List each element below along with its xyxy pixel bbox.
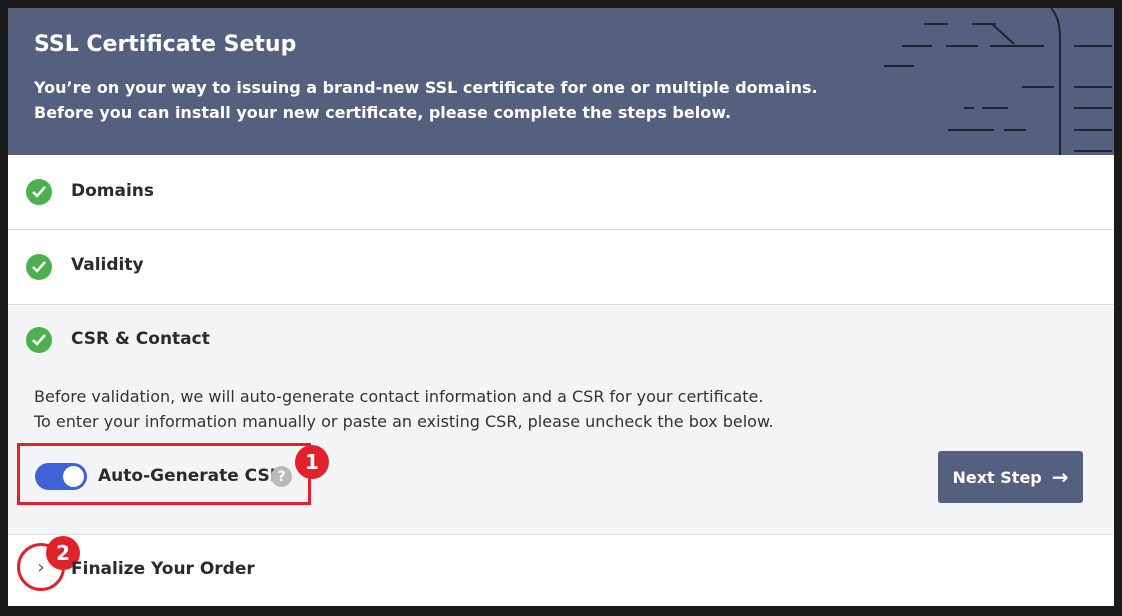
check-icon bbox=[26, 327, 52, 353]
step-domains[interactable]: Domains bbox=[8, 155, 1114, 230]
setup-header: SSL Certificate Setup You’re on your way… bbox=[8, 8, 1114, 155]
check-icon bbox=[26, 254, 52, 280]
header-description: You’re on your way to issuing a brand-ne… bbox=[34, 75, 874, 125]
csr-description: Before validation, we will auto-generate… bbox=[34, 384, 774, 434]
header-decoration bbox=[884, 8, 1112, 155]
next-step-label: Next Step bbox=[952, 467, 1042, 487]
csr-desc-line-2: To enter your information manually or pa… bbox=[34, 412, 774, 431]
step-label-domains: Domains bbox=[71, 181, 155, 201]
annotation-badge-1: 1 bbox=[295, 445, 329, 479]
header-desc-line-1: You’re on your way to issuing a brand-ne… bbox=[34, 78, 818, 97]
step-csr-contact: CSR & Contact Before validation, we will… bbox=[8, 306, 1114, 535]
csr-desc-line-1: Before validation, we will auto-generate… bbox=[34, 387, 764, 406]
check-icon bbox=[26, 179, 52, 205]
step-validity[interactable]: Validity bbox=[8, 230, 1114, 305]
ssl-setup-panel: SSL Certificate Setup You’re on your way… bbox=[8, 8, 1114, 606]
step-label-finalize: Finalize Your Order bbox=[71, 559, 255, 579]
arrow-right-icon: → bbox=[1051, 465, 1069, 489]
page-title: SSL Certificate Setup bbox=[34, 32, 297, 57]
chevron-right-icon[interactable]: › bbox=[37, 557, 44, 578]
annotation-highlight-box bbox=[17, 443, 311, 505]
step-label-csr[interactable]: CSR & Contact bbox=[71, 329, 210, 349]
step-finalize-order[interactable]: › 2 Finalize Your Order bbox=[8, 535, 1114, 606]
next-step-button[interactable]: Next Step → bbox=[938, 451, 1083, 503]
step-label-validity: Validity bbox=[71, 255, 144, 275]
header-desc-line-2: Before you can install your new certific… bbox=[34, 103, 732, 122]
